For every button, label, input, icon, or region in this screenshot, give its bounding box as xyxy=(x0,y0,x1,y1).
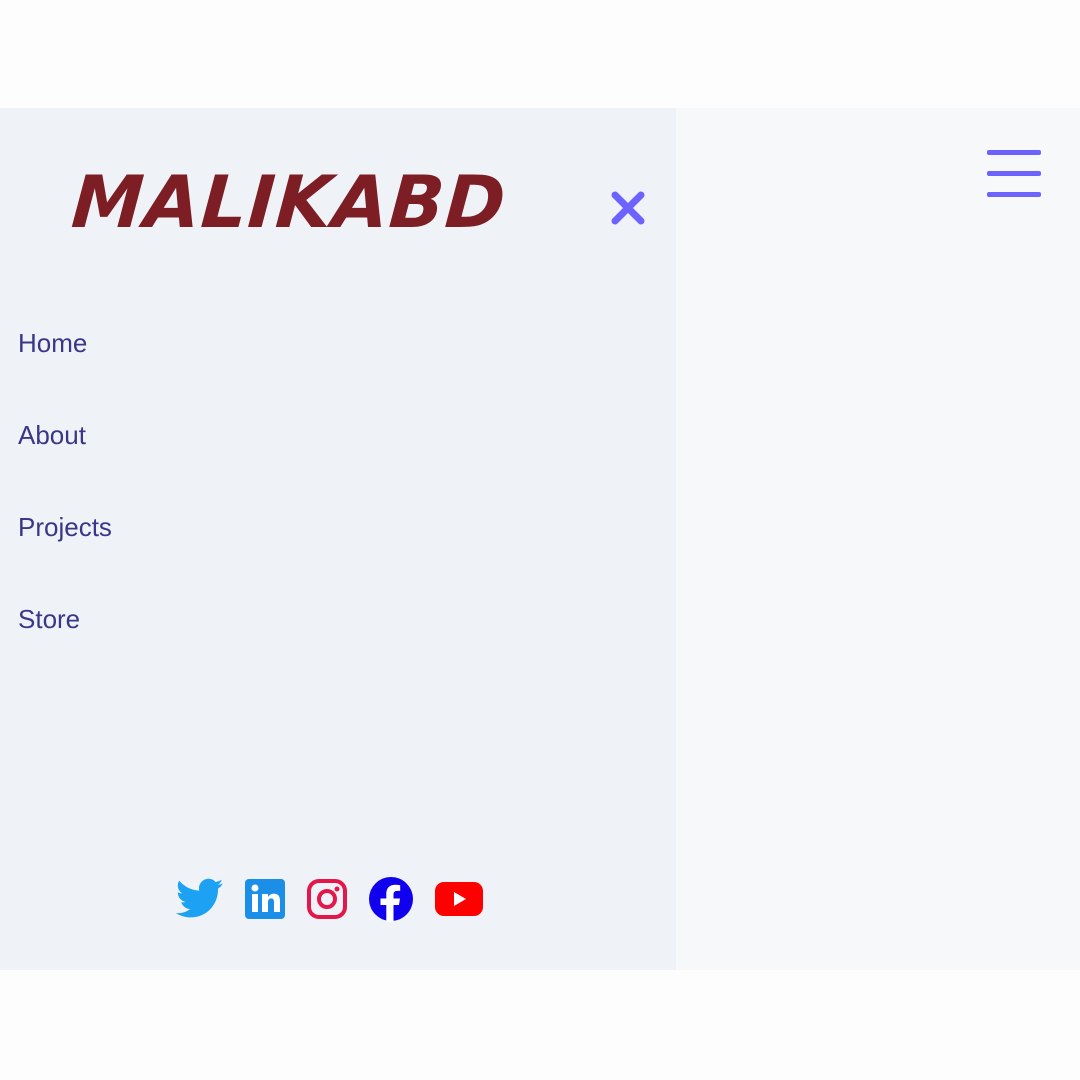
youtube-icon xyxy=(435,882,483,916)
nav-link-projects[interactable]: Projects xyxy=(18,512,112,543)
facebook-link[interactable] xyxy=(368,876,414,922)
close-icon xyxy=(611,191,645,225)
nav-link-about[interactable]: About xyxy=(18,420,86,451)
nav-item-projects: Projects xyxy=(18,512,112,604)
nav-link-home[interactable]: Home xyxy=(18,328,87,359)
facebook-icon xyxy=(369,877,413,922)
twitter-icon xyxy=(176,878,224,918)
instagram-link[interactable] xyxy=(306,878,348,920)
brand-logo[interactable]: MALIKABD xyxy=(69,160,509,244)
side-drawer: MALIKABD Home About Projects Store xyxy=(0,108,676,970)
nav-link-store[interactable]: Store xyxy=(18,604,80,635)
nav-item-store: Store xyxy=(18,604,112,696)
twitter-link[interactable] xyxy=(176,877,224,921)
linkedin-link[interactable] xyxy=(244,878,286,920)
drawer-nav: Home About Projects Store xyxy=(18,328,112,696)
nav-item-about: About xyxy=(18,420,112,512)
youtube-link[interactable] xyxy=(434,881,484,917)
hamburger-menu-icon xyxy=(987,150,1041,197)
app-frame: MALIKABD Home About Projects Store xyxy=(0,108,1080,970)
hamburger-menu-button[interactable] xyxy=(984,146,1044,200)
linkedin-icon xyxy=(245,879,285,919)
close-drawer-button[interactable] xyxy=(606,186,650,230)
social-links xyxy=(176,876,504,922)
nav-item-home: Home xyxy=(18,328,112,420)
instagram-icon xyxy=(307,879,347,919)
